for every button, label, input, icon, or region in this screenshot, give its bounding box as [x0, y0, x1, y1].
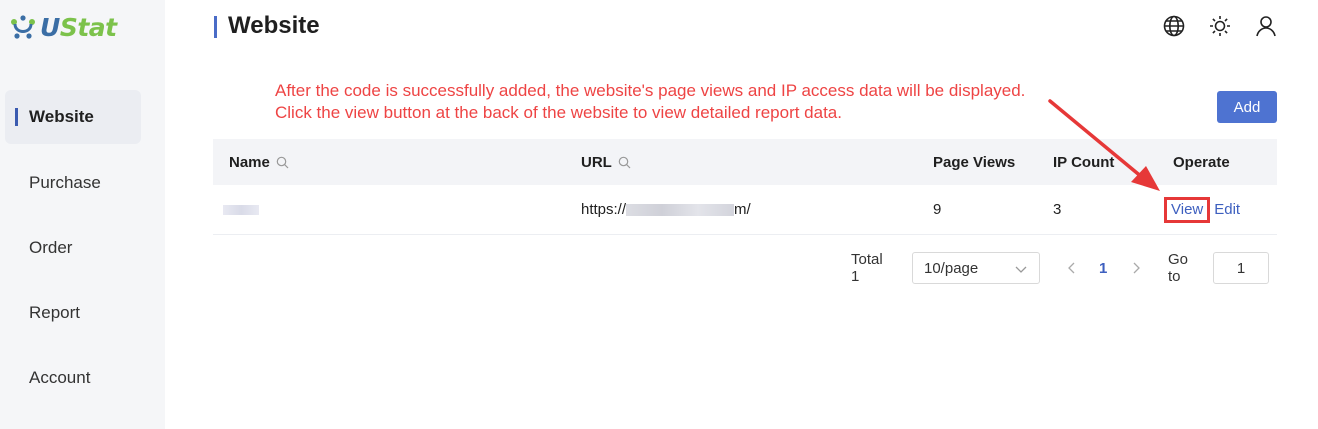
search-icon[interactable] [618, 156, 631, 169]
header-actions [1162, 14, 1278, 38]
column-name: Name [229, 139, 289, 185]
cell-url: https:// m/ [581, 185, 751, 234]
total-count: Total 1 [851, 251, 883, 285]
add-button[interactable]: Add [1217, 91, 1277, 123]
goto-label: Go to [1168, 251, 1189, 285]
url-prefix: https:// [581, 201, 627, 218]
cell-name [213, 185, 259, 234]
logo-icon [11, 15, 35, 39]
logo-text: UStat [40, 12, 117, 42]
page-size-value: 10/page [924, 259, 979, 277]
redacted-name [223, 204, 259, 215]
sidebar-item-website[interactable]: Website [5, 90, 141, 144]
column-name-label: Name [229, 153, 270, 171]
title-accent-bar [214, 16, 217, 38]
view-highlight: View [1164, 196, 1211, 223]
website-table: Name URL Page Views IP Count Operate htt… [213, 139, 1277, 235]
redacted-url [626, 203, 735, 216]
page-title: Website [228, 12, 320, 39]
cell-page-views: 9 [933, 201, 942, 218]
prev-page-icon[interactable] [1067, 252, 1077, 284]
column-page-views: Page Views [933, 153, 1016, 171]
sidebar-item-order[interactable]: Order [5, 221, 141, 275]
table-header: Name URL Page Views IP Count Operate [213, 139, 1277, 185]
next-page-icon[interactable] [1131, 252, 1141, 284]
url-suffix: m/ [734, 201, 751, 218]
column-ip-count: IP Count [1053, 153, 1115, 171]
sun-icon[interactable] [1208, 14, 1232, 38]
cell-ip-count: 3 [1053, 201, 1062, 218]
search-icon[interactable] [276, 156, 289, 169]
sidebar-item-report[interactable]: Report [5, 286, 141, 340]
goto-page-input[interactable]: 1 [1213, 252, 1269, 284]
chevron-down-icon [1015, 266, 1027, 273]
globe-icon[interactable] [1162, 14, 1186, 38]
page-number-current[interactable]: 1 [1099, 252, 1107, 284]
notice-line-1: After the code is successfully added, th… [275, 81, 1026, 100]
annotation-notice: After the code is successfully added, th… [275, 80, 1025, 124]
notice-line-2: Click the view button at the back of the… [275, 103, 842, 122]
sidebar: UStat Website Purchase Order Report Acco… [0, 0, 165, 429]
column-operate: Operate [1173, 153, 1230, 171]
sidebar-item-account[interactable]: Account [5, 351, 141, 405]
view-link[interactable]: View [1171, 201, 1203, 218]
cell-operate: View Edit [1164, 185, 1240, 234]
user-icon[interactable] [1254, 14, 1278, 38]
table-row: https:// m/ 9 3 View Edit [213, 185, 1277, 235]
ustat-logo[interactable]: UStat [6, 10, 117, 44]
column-url-label: URL [581, 153, 612, 171]
edit-link[interactable]: Edit [1214, 201, 1240, 218]
page-size-select[interactable]: 10/page [912, 252, 1040, 284]
column-url: URL [581, 139, 631, 185]
sidebar-item-purchase[interactable]: Purchase [5, 156, 141, 210]
